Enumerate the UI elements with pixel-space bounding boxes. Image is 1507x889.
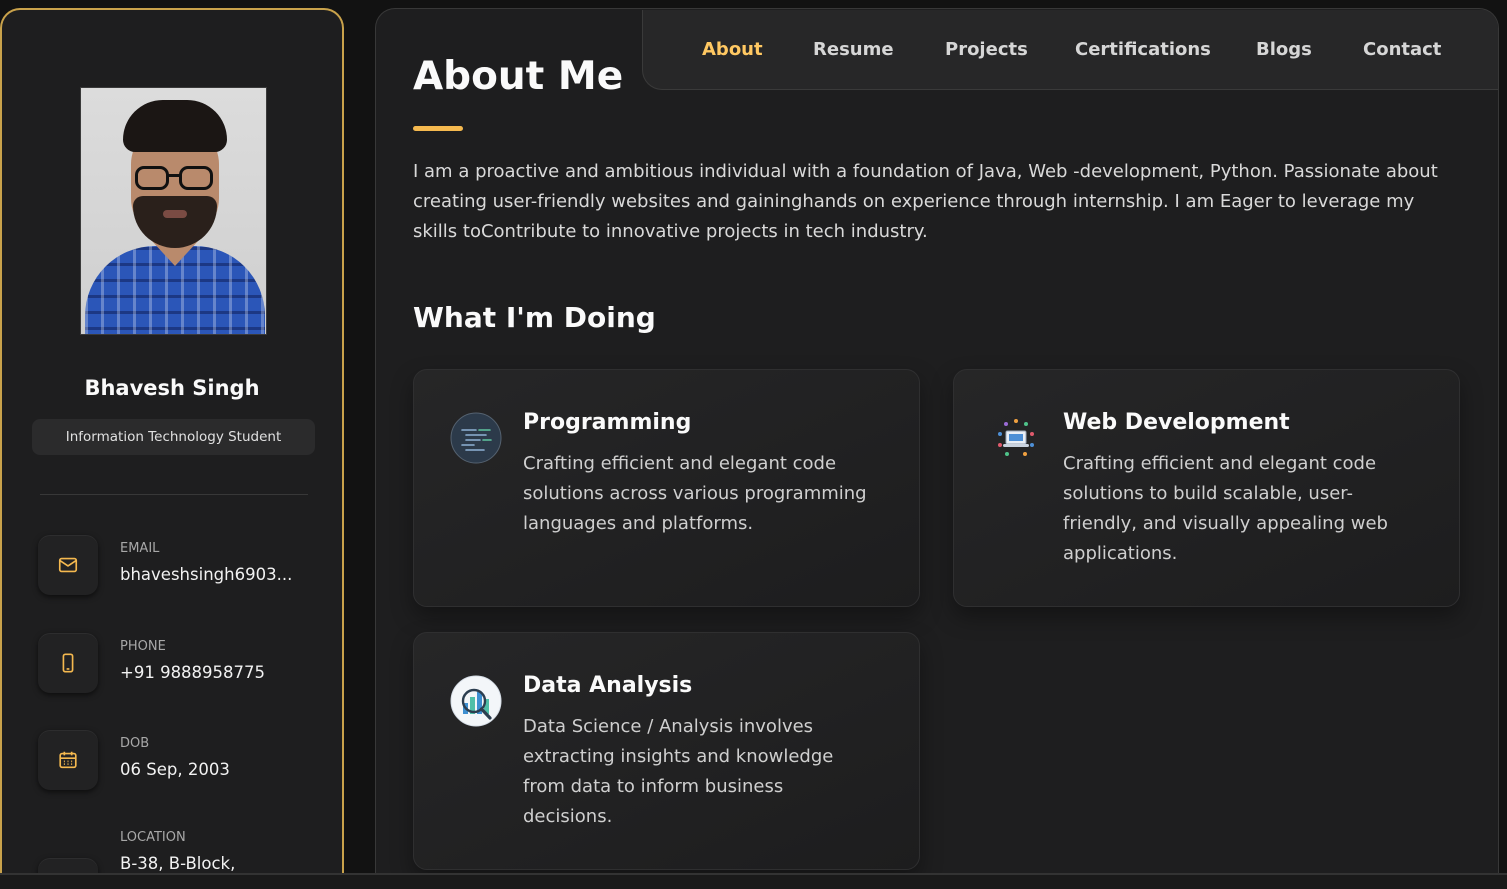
- sidebar-separator: [40, 494, 308, 495]
- phone-link[interactable]: +91 9888958775: [120, 663, 265, 682]
- service-card-data-analysis: Data Analysis Data Science / Analysis in…: [413, 632, 920, 870]
- window-bottom-edge: [0, 873, 1507, 889]
- nav-projects[interactable]: Projects: [945, 39, 1028, 60]
- section-title: What I'm Doing: [413, 301, 656, 334]
- phone-icon: [38, 633, 98, 693]
- service-title: Programming: [523, 410, 692, 435]
- title-underline: [413, 126, 463, 131]
- contact-label: DOB: [120, 736, 150, 751]
- navbar: About Resume Projects Certifications Blo…: [642, 10, 1498, 90]
- service-title: Web Development: [1063, 410, 1290, 435]
- nav-about[interactable]: About: [702, 39, 763, 60]
- profile-photo: [80, 87, 267, 335]
- main-content: About Resume Projects Certifications Blo…: [375, 8, 1499, 889]
- nav-blogs[interactable]: Blogs: [1256, 39, 1312, 60]
- contact-phone: PHONE +91 9888958775: [38, 633, 318, 695]
- page-title: About Me: [413, 54, 624, 99]
- mail-icon: [38, 535, 98, 595]
- service-title: Data Analysis: [523, 673, 693, 698]
- contact-dob: DOB 06 Sep, 2003: [38, 730, 318, 792]
- service-card-programming: Programming Crafting efficient and elega…: [413, 369, 920, 607]
- service-description: Data Science / Analysis involves extract…: [523, 716, 834, 827]
- nav-contact[interactable]: Contact: [1363, 39, 1441, 60]
- about-description: I am a proactive and ambitious individua…: [413, 161, 1438, 242]
- nav-certifications[interactable]: Certifications: [1075, 39, 1211, 60]
- profile-name: Bhavesh Singh: [84, 376, 260, 400]
- contact-email: EMAIL bhaveshsingh6903...: [38, 535, 318, 597]
- email-link[interactable]: bhaveshsingh6903...: [120, 565, 292, 584]
- profile-title-badge: Information Technology Student: [32, 419, 315, 455]
- sidebar: Bhavesh Singh Information Technology Stu…: [0, 8, 344, 889]
- code-screen-icon: [450, 412, 502, 464]
- web-dev-icon: [990, 412, 1042, 464]
- location-value: B-38, B-Block,: [120, 854, 236, 873]
- data-chart-icon: [450, 675, 502, 727]
- dob-value: 06 Sep, 2003: [120, 760, 230, 779]
- contact-label: PHONE: [120, 639, 166, 654]
- nav-resume[interactable]: Resume: [813, 39, 894, 60]
- contact-label: EMAIL: [120, 541, 160, 556]
- service-description: Crafting efficient and elegant code solu…: [523, 453, 867, 534]
- service-description: Crafting efficient and elegant code solu…: [1063, 453, 1388, 564]
- service-card-web-development: Web Development Crafting efficient and e…: [953, 369, 1460, 607]
- contact-label: LOCATION: [120, 830, 186, 845]
- calendar-icon: [38, 730, 98, 790]
